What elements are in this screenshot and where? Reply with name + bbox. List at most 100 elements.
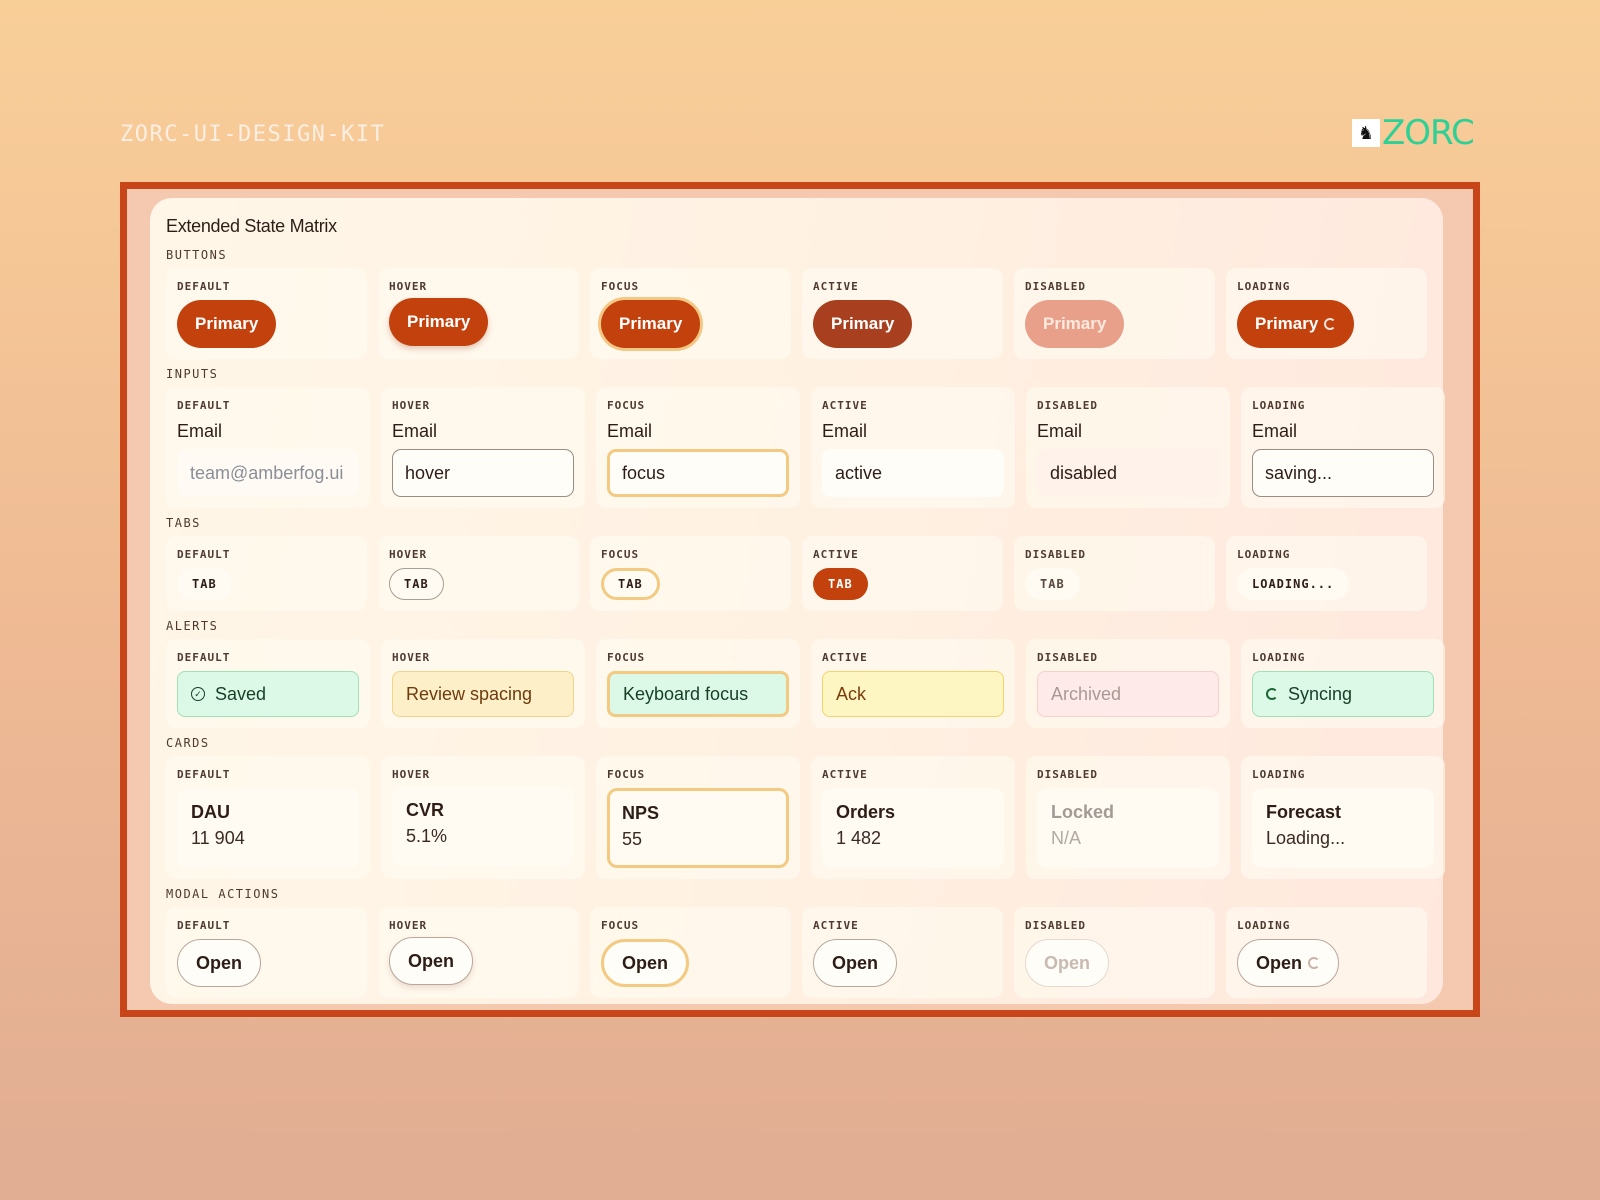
primary-button-hover[interactable]: Primary [389,298,489,346]
state-label-loading: LOADING [1252,651,1306,664]
state-label-hover: HOVER [389,280,428,293]
state-cell: HOVER Review spacing [381,639,585,728]
alert-text: Review spacing [406,683,533,704]
spinner-icon [1266,688,1278,700]
email-label: Email [392,421,438,441]
metric-card-focus[interactable]: NPS 55 [607,788,789,868]
state-cell: DEFAULT Open [166,907,367,998]
open-button-default[interactable]: Open [177,939,262,987]
primary-button-disabled: Primary [1025,300,1125,348]
button-label: Open [622,952,669,973]
state-label-default: DEFAULT [177,399,231,412]
state-label-active: ACTIVE [813,548,859,561]
card-value: 11 904 [191,828,245,848]
tab-loading[interactable]: LOADING... [1237,568,1350,600]
metric-card-disabled: Locked N/A [1037,788,1219,868]
alert-focus[interactable]: Keyboard focus [607,671,789,717]
spinner-icon [1308,957,1321,969]
state-label-active: ACTIVE [822,651,868,664]
state-label-hover: HOVER [392,651,431,664]
state-cell: ACTIVE Email active [811,387,1015,508]
section-label-inputs: INPUTS [166,367,219,381]
state-cell: DISABLED TAB [1014,536,1215,611]
email-label: Email [1037,421,1083,441]
state-label-active: ACTIVE [822,768,868,781]
state-cell: LOADING Open [1226,907,1427,998]
state-label-hover: HOVER [392,399,431,412]
metric-card-loading[interactable]: Forecast Loading... [1252,788,1434,868]
state-cell: DEFAULT TAB [166,536,367,611]
state-label-loading: LOADING [1237,548,1291,561]
alert-active[interactable]: Ack [822,671,1004,717]
section-label-cards: CARDS [166,736,210,750]
button-label: Open [1044,952,1091,973]
alert-default: ✓ Saved [177,671,359,717]
card-title: NPS [622,803,660,823]
zorc-mascot-icon: ♞ [1352,119,1380,147]
section-label-tabs: TABS [166,516,201,530]
state-cell: LOADING Syncing [1241,639,1445,728]
primary-button-active[interactable]: Primary [813,300,913,348]
buttons-row: DEFAULT Primary HOVER Primary FOCUS Prim… [166,268,1427,359]
state-label-hover: HOVER [389,548,428,561]
state-cell: FOCUS Email focus [596,387,800,508]
state-cell: ACTIVE Primary [802,268,1003,359]
state-label-focus: FOCUS [601,548,640,561]
spinner-icon [1324,318,1337,330]
open-button-loading[interactable]: Open [1237,939,1340,987]
state-cell: DEFAULT ✓ Saved [166,639,370,728]
tab-default[interactable]: TAB [177,568,232,600]
card-value: N/A [1051,828,1082,848]
metric-card-active[interactable]: Orders 1 482 [822,788,1004,868]
state-cell: FOCUS Primary [590,268,791,359]
email-input-focus[interactable]: focus [607,449,789,497]
state-label-focus: FOCUS [601,280,640,293]
email-label: Email [822,421,868,441]
open-button-active[interactable]: Open [813,939,898,987]
state-cell: ACTIVE TAB [802,536,1003,611]
state-label-active: ACTIVE [813,919,859,932]
state-label-focus: FOCUS [607,651,646,664]
state-cell: DEFAULT DAU 11 904 [166,756,370,879]
button-label: Primary [1043,314,1107,333]
email-label: Email [607,421,653,441]
card-title: CVR [406,800,445,820]
state-cell: LOADING Forecast Loading... [1241,756,1445,879]
state-label-focus: FOCUS [601,919,640,932]
button-label: Open [196,952,243,973]
state-label-disabled: DISABLED [1025,548,1086,561]
email-input-default[interactable]: team@amberfog.ui [177,449,359,497]
primary-button-loading[interactable]: Primary [1237,300,1355,348]
card-title: Forecast [1266,802,1342,822]
state-matrix-panel: Extended State Matrix BUTTONS DEFAULT Pr… [150,198,1445,1004]
state-cell: LOADING Email saving... [1241,387,1445,508]
tabs-row: DEFAULT TAB HOVER TAB FOCUS TAB ACTIVE T… [166,536,1427,611]
card-title: Locked [1051,802,1115,822]
alert-text: Archived [1051,683,1122,704]
state-cell: HOVER TAB [378,536,579,611]
primary-button-default[interactable]: Primary [177,300,277,348]
tab-focus[interactable]: TAB [601,568,660,600]
section-label-buttons: BUTTONS [166,248,228,262]
open-button-focus[interactable]: Open [601,939,690,987]
email-input-hover[interactable]: hover [392,449,574,497]
button-label: Open [832,952,879,973]
state-label-loading: LOADING [1252,399,1306,412]
state-cell: ACTIVE Orders 1 482 [811,756,1015,879]
card-value: Loading... [1266,828,1346,848]
tab-active[interactable]: TAB [813,568,868,600]
state-label-focus: FOCUS [607,399,646,412]
primary-button-focus[interactable]: Primary [601,300,701,348]
state-cell: DISABLED Email disabled [1026,387,1230,508]
email-input-loading[interactable]: saving... [1252,449,1434,497]
alerts-row: DEFAULT ✓ Saved HOVER Review spacing FOC… [166,639,1445,728]
open-button-hover[interactable]: Open [389,937,474,985]
state-label-disabled: DISABLED [1025,919,1086,932]
email-input-active[interactable]: active [822,449,1004,497]
state-label-hover: HOVER [392,768,431,781]
state-label-active: ACTIVE [822,399,868,412]
metric-card-hover[interactable]: CVR 5.1% [392,786,574,866]
state-cell: LOADING LOADING... [1226,536,1427,611]
metric-card-default[interactable]: DAU 11 904 [177,788,359,868]
tab-hover[interactable]: TAB [389,568,444,600]
